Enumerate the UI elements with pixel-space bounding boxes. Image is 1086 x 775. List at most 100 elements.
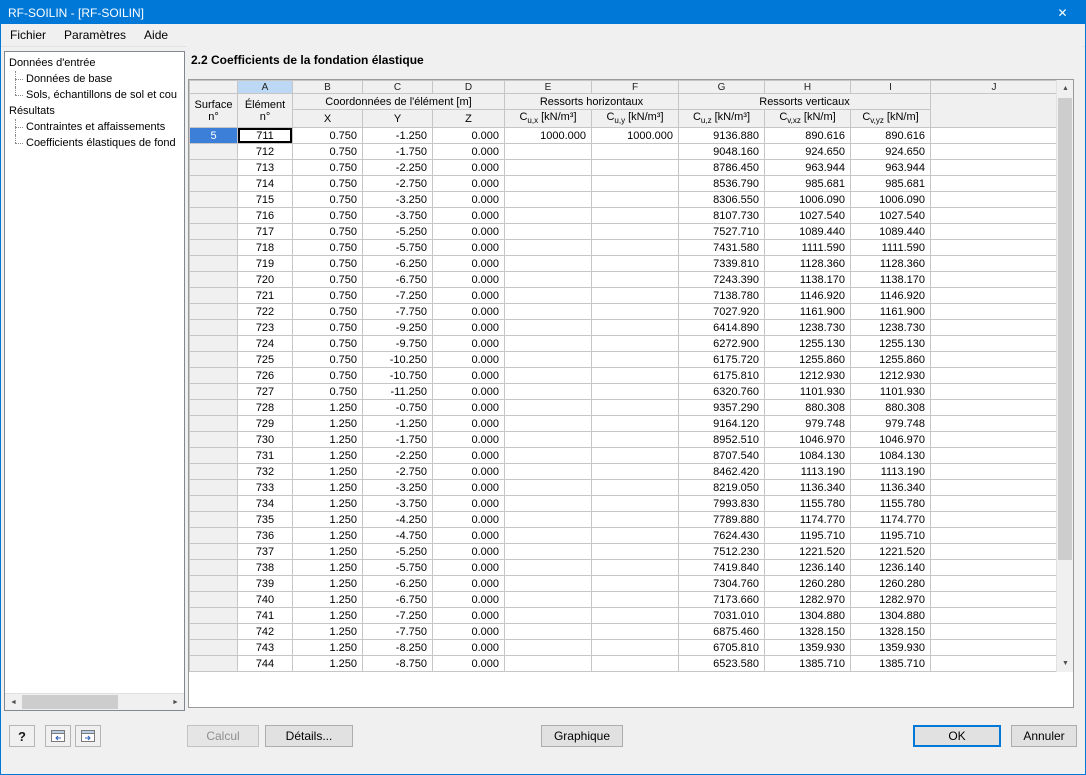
table-cell[interactable] xyxy=(931,176,1058,192)
table-cell[interactable] xyxy=(931,480,1058,496)
table-cell[interactable]: -10.750 xyxy=(363,368,433,384)
table-cell[interactable] xyxy=(592,224,679,240)
table-cell[interactable]: 0.750 xyxy=(293,384,363,400)
table-cell[interactable]: 7027.920 xyxy=(679,304,765,320)
table-cell[interactable]: 0.750 xyxy=(293,144,363,160)
table-cell[interactable]: 716 xyxy=(238,208,293,224)
table-cell[interactable]: 924.650 xyxy=(765,144,851,160)
table-cell[interactable]: -6.250 xyxy=(363,576,433,592)
table-cell[interactable]: 0.000 xyxy=(433,528,505,544)
table-cell[interactable]: 0.750 xyxy=(293,160,363,176)
table-cell[interactable] xyxy=(592,656,679,672)
table-cell[interactable]: 0.000 xyxy=(433,256,505,272)
table-cell[interactable]: 1136.340 xyxy=(851,480,931,496)
table-cell[interactable] xyxy=(505,240,592,256)
table-cell[interactable]: 1.250 xyxy=(293,640,363,656)
table-cell[interactable]: 1006.090 xyxy=(765,192,851,208)
table-cell[interactable]: 1328.150 xyxy=(851,624,931,640)
table-cell[interactable] xyxy=(931,160,1058,176)
table-cell[interactable]: 1136.340 xyxy=(765,480,851,496)
table-cell[interactable] xyxy=(505,144,592,160)
table-cell[interactable] xyxy=(931,336,1058,352)
table-cell[interactable]: 1.250 xyxy=(293,416,363,432)
table-cell[interactable]: 1027.540 xyxy=(765,208,851,224)
table-cell[interactable]: 728 xyxy=(238,400,293,416)
column-letter-b[interactable]: B xyxy=(293,81,363,94)
scroll-left-icon[interactable]: ◄ xyxy=(5,694,22,711)
table-cell[interactable] xyxy=(505,224,592,240)
row-header-cell[interactable] xyxy=(190,416,238,432)
row-header-cell[interactable] xyxy=(190,176,238,192)
table-cell[interactable]: 734 xyxy=(238,496,293,512)
table-cell[interactable]: 880.308 xyxy=(765,400,851,416)
table-cell[interactable] xyxy=(505,544,592,560)
table-cell[interactable]: 742 xyxy=(238,624,293,640)
column-letter-a[interactable]: A xyxy=(238,81,293,94)
table-cell[interactable] xyxy=(505,400,592,416)
table-cell[interactable] xyxy=(931,320,1058,336)
table-cell[interactable] xyxy=(931,464,1058,480)
table-cell[interactable] xyxy=(592,576,679,592)
row-header-cell[interactable] xyxy=(190,256,238,272)
table-cell[interactable]: 0.000 xyxy=(433,288,505,304)
table-cell[interactable]: 9136.880 xyxy=(679,128,765,144)
table-cell[interactable]: -1.250 xyxy=(363,416,433,432)
table-cell[interactable] xyxy=(505,576,592,592)
table-cell[interactable]: 738 xyxy=(238,560,293,576)
sidebar-horizontal-scrollbar[interactable]: ◄ ► xyxy=(5,693,184,710)
table-cell[interactable]: 712 xyxy=(238,144,293,160)
table-cell[interactable]: -2.250 xyxy=(363,448,433,464)
table-cell[interactable]: 718 xyxy=(238,240,293,256)
table-cell[interactable]: 1238.730 xyxy=(765,320,851,336)
table-cell[interactable] xyxy=(931,560,1058,576)
table-cell[interactable]: -8.750 xyxy=(363,656,433,672)
table-cell[interactable]: 0.750 xyxy=(293,224,363,240)
table-cell[interactable] xyxy=(505,528,592,544)
table-cell[interactable]: 8462.420 xyxy=(679,464,765,480)
table-cell[interactable]: 7339.810 xyxy=(679,256,765,272)
table-cell[interactable]: 8952.510 xyxy=(679,432,765,448)
scroll-up-icon[interactable]: ▲ xyxy=(1057,80,1074,97)
table-cell[interactable]: 1255.130 xyxy=(851,336,931,352)
table-cell[interactable] xyxy=(505,448,592,464)
row-header-cell[interactable] xyxy=(190,384,238,400)
table-cell[interactable]: 1155.780 xyxy=(851,496,931,512)
table-cell[interactable]: 963.944 xyxy=(765,160,851,176)
column-letter-c[interactable]: C xyxy=(363,81,433,94)
table-cell[interactable]: 1.250 xyxy=(293,592,363,608)
table-cell[interactable]: 0.000 xyxy=(433,400,505,416)
column-letter-j[interactable]: J xyxy=(931,81,1058,94)
table-cell[interactable]: 7512.230 xyxy=(679,544,765,560)
annuler-button[interactable]: Annuler xyxy=(1011,725,1077,747)
table-cell[interactable]: 1084.130 xyxy=(851,448,931,464)
table-cell[interactable] xyxy=(931,384,1058,400)
table-cell[interactable] xyxy=(505,176,592,192)
table-cell[interactable]: 9357.290 xyxy=(679,400,765,416)
table-cell[interactable]: 8107.730 xyxy=(679,208,765,224)
table-cell[interactable] xyxy=(592,304,679,320)
table-cell[interactable]: 8219.050 xyxy=(679,480,765,496)
row-header-cell[interactable] xyxy=(190,640,238,656)
table-cell[interactable] xyxy=(592,432,679,448)
table-cell[interactable] xyxy=(931,272,1058,288)
table-cell[interactable]: 890.616 xyxy=(851,128,931,144)
table-cell[interactable]: 6875.460 xyxy=(679,624,765,640)
row-header-cell[interactable] xyxy=(190,240,238,256)
row-header-cell[interactable]: 5 xyxy=(190,128,238,144)
table-cell[interactable]: 1128.360 xyxy=(765,256,851,272)
table-cell[interactable]: 0.000 xyxy=(433,240,505,256)
table-cell[interactable] xyxy=(505,288,592,304)
table-cell[interactable] xyxy=(505,432,592,448)
table-cell[interactable] xyxy=(931,592,1058,608)
row-header-cell[interactable] xyxy=(190,160,238,176)
table-cell[interactable]: 1212.930 xyxy=(765,368,851,384)
table-cell[interactable]: -3.250 xyxy=(363,480,433,496)
table-cell[interactable]: 732 xyxy=(238,464,293,480)
table-cell[interactable]: 1.250 xyxy=(293,624,363,640)
table-cell[interactable]: 0.000 xyxy=(433,176,505,192)
table-cell[interactable]: 717 xyxy=(238,224,293,240)
table-cell[interactable]: -5.250 xyxy=(363,224,433,240)
table-cell[interactable]: 7031.010 xyxy=(679,608,765,624)
table-cell[interactable]: 1.250 xyxy=(293,400,363,416)
row-header-cell[interactable] xyxy=(190,608,238,624)
